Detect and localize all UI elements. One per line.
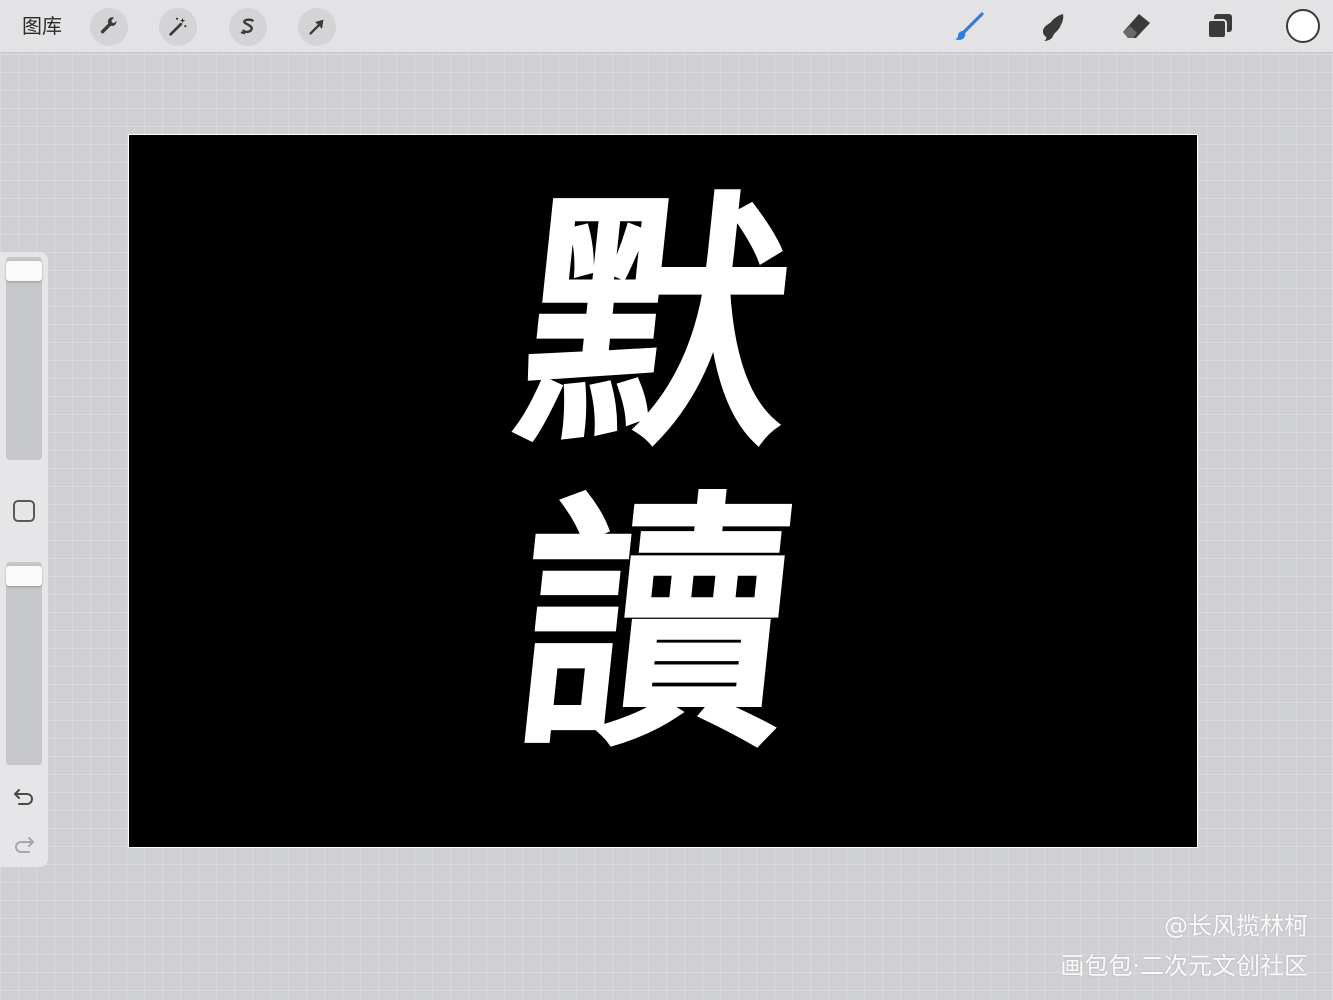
eraser-icon [1123,14,1150,38]
gallery-button[interactable]: 图库 [22,12,62,40]
watermark-author: @长风揽林柯 [1164,912,1308,940]
brush-icon [955,12,984,40]
artwork-char-mo: 默 [503,166,807,484]
opacity-thumb[interactable] [6,566,42,586]
layers-icon [1207,14,1232,39]
transform-button[interactable] [298,8,336,46]
layers-button[interactable] [1200,8,1240,46]
smudge-finger-icon [1042,14,1064,41]
actions-button[interactable] [90,8,128,46]
selection-s-icon [240,18,254,35]
left-sidebar [0,252,48,867]
watermark-site: 画包包·二次元文创社区 [1060,952,1308,980]
calligraphy-artwork: 默 讀 [490,166,820,784]
brush-size-thumb[interactable] [6,261,42,281]
adjustments-button[interactable] [159,8,197,46]
selection-button[interactable] [229,8,267,46]
wrench-icon [100,17,117,34]
magic-wand-icon [169,17,187,36]
redo-icon[interactable] [11,832,37,856]
eraser-tool-button[interactable] [1116,8,1156,46]
top-toolbar: 图库 [0,0,1333,53]
opacity-slider[interactable] [6,562,42,765]
brush-size-slider[interactable] [6,257,42,460]
smudge-tool-button[interactable] [1032,8,1072,46]
modify-square-icon[interactable] [13,500,35,522]
brush-tool-button[interactable] [949,8,989,46]
color-picker-button[interactable] [1286,9,1320,43]
undo-icon[interactable] [11,784,37,808]
arrow-cursor-icon [309,19,324,35]
artwork-char-du: 讀 [503,466,807,784]
